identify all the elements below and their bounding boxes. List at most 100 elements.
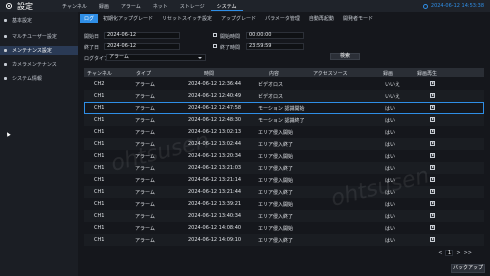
play-icon[interactable] — [430, 93, 435, 98]
topnav-alarm[interactable]: アラーム — [115, 3, 147, 11]
page-number-input[interactable]: 1 — [445, 250, 454, 256]
cell-record: はい — [385, 118, 396, 124]
end-time-input[interactable]: 23:59:59 — [246, 43, 304, 50]
end-time-label: 終了時間 — [220, 45, 241, 51]
clock: 2024-06-12 14:53:38 — [422, 3, 484, 9]
table-row[interactable]: CH1 アラーム 2024-06-12 14:08:40 エリア侵入開始 はい — [84, 222, 484, 234]
sidebar-item-label: システム情報 — [12, 76, 42, 82]
end-date-field: 終了日 2024-06-12 — [84, 43, 204, 51]
gear-icon — [5, 2, 13, 10]
next-page-button[interactable]: > — [456, 250, 460, 256]
pagination: < 1 > >> — [438, 250, 472, 256]
tab-parameter[interactable]: パラメータ管理 — [261, 14, 304, 23]
tab-developer[interactable]: 開発者モード — [339, 14, 377, 23]
cell-content: エリア侵入開始 — [258, 202, 294, 208]
log-type-field: ログタイプ アラーム — [84, 54, 214, 62]
play-icon[interactable] — [430, 225, 435, 230]
sidebar-item-camera-maintenance[interactable]: カメラメンテナンス — [0, 60, 78, 69]
cell-content: エリア侵入開始 — [258, 226, 294, 232]
bullet-icon — [4, 19, 7, 22]
play-icon[interactable] — [430, 117, 435, 122]
cell-channel: CH1 — [94, 93, 105, 99]
play-icon[interactable] — [430, 105, 435, 110]
end-date-input[interactable]: 2024-06-12 — [104, 43, 180, 50]
play-icon[interactable] — [430, 213, 435, 218]
play-icon[interactable] — [430, 189, 435, 194]
tab-upgrade[interactable]: アップグレード — [217, 14, 260, 23]
play-icon[interactable] — [430, 81, 435, 86]
tab-reset-switch[interactable]: リセットスイッチ設定 — [158, 14, 216, 23]
cell-type: アラーム — [135, 238, 155, 244]
topnav-storage[interactable]: ストレージ — [174, 3, 211, 11]
topnav-system[interactable]: システム — [210, 3, 243, 11]
sidebar-item-multiuser[interactable]: マルチユーザー設定 — [0, 32, 78, 41]
search-button[interactable]: 検索 — [330, 53, 360, 60]
table-row[interactable]: CH2 アラーム 2024-06-12 12:36:44 ビデオロス いいえ — [84, 78, 484, 90]
prev-page-button[interactable]: < — [438, 250, 442, 256]
cell-channel: CH2 — [94, 81, 105, 87]
sidebar-item-maintenance[interactable]: メンテナンス設定 — [0, 46, 78, 55]
cell-type: アラーム — [135, 94, 155, 100]
table-row[interactable]: CH1 アラーム 2024-06-12 14:09:10 エリア侵入終了 はい — [84, 234, 484, 246]
table-row[interactable]: CH1 アラーム 2024-06-12 12:48:30 モーション 認識終了 はい — [84, 114, 484, 126]
cell-type: アラーム — [135, 190, 155, 196]
cell-type: アラーム — [135, 202, 155, 208]
start-date-field: 開始日 2024-06-12 — [84, 32, 204, 40]
play-icon[interactable] — [430, 141, 435, 146]
start-date-input[interactable]: 2024-06-12 — [104, 32, 180, 39]
cell-channel: CH1 — [94, 105, 105, 111]
table-row[interactable]: CH1 アラーム 2024-06-12 12:47:58 モーション 認識開始 はい — [84, 102, 484, 114]
cell-type: アラーム — [135, 106, 155, 112]
topnav-record[interactable]: 録画 — [93, 3, 115, 11]
backup-button[interactable]: バックアップ — [451, 264, 485, 273]
sidebar-item-label: メンテナンス設定 — [12, 48, 52, 54]
table-row[interactable]: CH1 アラーム 2024-06-12 13:40:34 エリア侵入終了 はい — [84, 210, 484, 222]
sidebar-item-system-info[interactable]: システム情報 — [0, 74, 78, 83]
bullet-icon — [4, 35, 7, 38]
cell-time: 2024-06-12 13:21:44 — [188, 189, 242, 195]
table-row[interactable]: CH1 アラーム 2024-06-12 13:02:13 エリア侵入開始 はい — [84, 126, 484, 138]
top-bar: 設定 チャンネル 録画 アラーム ネット ストレージ システム 2024-06-… — [0, 0, 490, 12]
play-icon[interactable] — [430, 153, 435, 158]
table-row[interactable]: CH1 アラーム 2024-06-12 13:39:21 エリア侵入開始 はい — [84, 198, 484, 210]
cell-record: はい — [385, 214, 396, 220]
col-access-source: アクセスソース — [313, 71, 348, 77]
cell-time: 2024-06-12 12:48:30 — [188, 117, 242, 123]
log-type-value: アラーム — [109, 54, 129, 60]
calendar-icon[interactable] — [213, 33, 217, 37]
tab-auto-reboot[interactable]: 自動再起動 — [305, 14, 338, 23]
tab-init-upgrade[interactable]: 初期化アップグレード — [99, 14, 157, 23]
sidebar-item-label: カメラメンテナンス — [12, 62, 57, 68]
cell-channel: CH1 — [94, 141, 105, 147]
cell-type: アラーム — [135, 226, 155, 232]
cell-content: エリア侵入終了 — [258, 142, 294, 148]
tab-log[interactable]: ログ — [80, 14, 99, 23]
play-icon[interactable] — [430, 237, 435, 242]
topnav-channel[interactable]: チャンネル — [56, 3, 93, 11]
cell-time: 2024-06-12 13:21:03 — [188, 165, 242, 171]
play-icon[interactable] — [430, 201, 435, 206]
end-time-field: 終了時間 23:59:59 — [220, 43, 330, 51]
play-icon[interactable] — [430, 165, 435, 170]
table-header: チャンネル タイプ 時間 内容 アクセスソース 録画 録画再生 — [84, 68, 484, 77]
log-type-select[interactable]: アラーム — [106, 54, 206, 61]
col-type: タイプ — [136, 71, 152, 77]
play-icon[interactable] — [430, 177, 435, 182]
sidebar-item-basic[interactable]: 基本設定 — [0, 16, 78, 25]
bullet-icon — [4, 63, 7, 66]
cell-content: ビデオロス — [258, 94, 284, 100]
col-time: 時間 — [204, 71, 215, 77]
topnav-network[interactable]: ネット — [147, 3, 174, 11]
cell-content: エリア侵入終了 — [258, 190, 294, 196]
cell-content: エリア侵入終了 — [258, 214, 294, 220]
start-time-input[interactable]: 00:00:00 — [246, 32, 304, 39]
cell-record: はい — [385, 142, 396, 148]
cell-content: エリア侵入開始 — [258, 130, 294, 136]
calendar-icon[interactable] — [213, 44, 217, 48]
table-row[interactable]: CH1 アラーム 2024-06-12 12:40:49 ビデオロス いいえ — [84, 90, 484, 102]
play-icon[interactable] — [430, 129, 435, 134]
cell-record: はい — [385, 238, 396, 244]
last-page-button[interactable]: >> — [464, 250, 472, 256]
cell-content: モーション 認識開始 — [258, 106, 305, 112]
cell-channel: CH1 — [94, 201, 105, 207]
